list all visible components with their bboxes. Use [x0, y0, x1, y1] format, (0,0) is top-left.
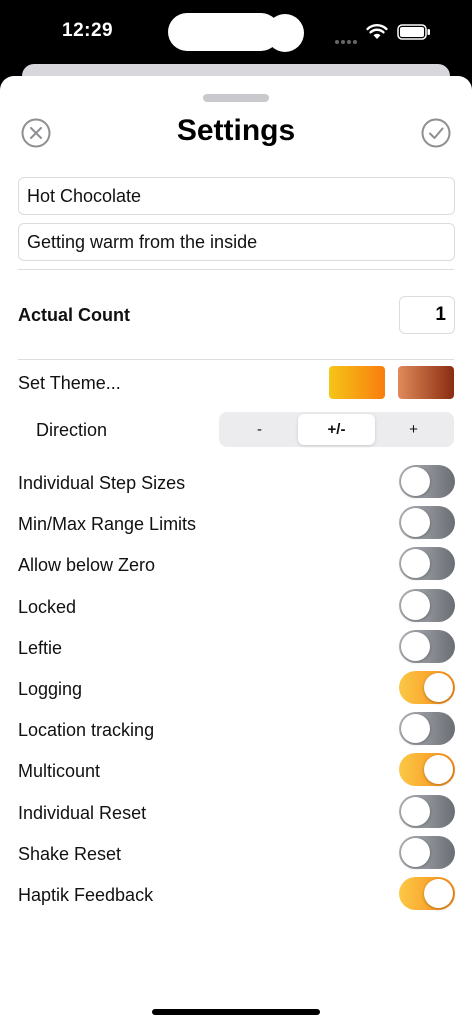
- toggle-knob: [424, 879, 453, 908]
- toggle-knob: [401, 549, 430, 579]
- toggle-label-multicount: Multicount: [18, 761, 101, 782]
- toggle-shake-reset[interactable]: [399, 835, 455, 869]
- direction-segmented-control: - +/- +: [219, 412, 454, 447]
- device-screen: 12:29 Settings Hot Chocolate Getting war…: [0, 0, 472, 1024]
- toggle-leftie[interactable]: [399, 629, 455, 663]
- set-theme-label: Set Theme...: [18, 373, 121, 393]
- cellular-signal-icon: [335, 31, 359, 44]
- checkmark-circle-icon[interactable]: [421, 118, 451, 148]
- wifi-icon: [366, 24, 388, 39]
- toggle-label-shake-reset: Shake Reset: [18, 843, 122, 864]
- toggle-label-individual-step-sizes: Individual Step Sizes: [18, 473, 186, 493]
- toggle-label-locked: Locked: [18, 596, 77, 617]
- toggle-label-allow-below-zero: Allow below Zero: [18, 555, 156, 576]
- actual-count-label: Actual Count: [18, 305, 130, 325]
- actual-count-field[interactable]: 1: [399, 296, 455, 334]
- toggle-multicount[interactable]: [399, 753, 455, 787]
- toggle-haptik-feedback[interactable]: [399, 877, 455, 910]
- toggle-knob: [401, 796, 430, 826]
- divider: [18, 269, 454, 270]
- divider: [18, 359, 454, 360]
- direction-label: Direction: [36, 420, 108, 440]
- status-bar: 12:29: [0, 0, 472, 64]
- toggle-label-logging: Logging: [18, 679, 83, 699]
- home-indicator[interactable]: [152, 1009, 320, 1015]
- toggle-min-max-range-limits[interactable]: [399, 506, 455, 540]
- toggle-knob: [401, 631, 430, 661]
- toggle-knob: [401, 508, 430, 538]
- toggle-allow-below-zero[interactable]: [399, 547, 455, 581]
- toggle-individual-step-sizes[interactable]: [399, 465, 455, 498]
- toggle-locked[interactable]: [399, 588, 455, 622]
- toggle-knob: [401, 837, 430, 867]
- dynamic-island: [168, 13, 280, 51]
- direction-option-minus[interactable]: -: [221, 414, 298, 445]
- name-field[interactable]: Hot Chocolate: [18, 177, 455, 215]
- toggle-knob: [401, 467, 430, 496]
- toggle-knob: [401, 714, 430, 744]
- description-field[interactable]: Getting warm from the inside: [18, 223, 455, 261]
- theme-secondary-swatch[interactable]: [398, 366, 454, 399]
- toggle-location-tracking[interactable]: [399, 712, 455, 746]
- toggle-label-min-max-range-limits: Min/Max Range Limits: [18, 514, 197, 535]
- direction-option-both[interactable]: +/-: [298, 414, 375, 445]
- theme-primary-swatch[interactable]: [329, 366, 385, 399]
- status-time: 12:29: [62, 20, 114, 41]
- toggle-label-leftie: Leftie: [18, 637, 63, 658]
- toggle-knob: [424, 755, 453, 785]
- toggle-individual-reset[interactable]: [399, 794, 455, 828]
- battery-icon: [397, 24, 430, 40]
- sheet-grabber[interactable]: [203, 94, 269, 102]
- toggle-knob: [424, 673, 453, 702]
- page-title: Settings: [176, 114, 296, 147]
- toggle-logging[interactable]: [399, 671, 455, 704]
- toggle-label-haptik-feedback: Haptik Feedback: [18, 885, 154, 905]
- camera-cutout: [266, 14, 304, 52]
- direction-option-plus[interactable]: +: [375, 414, 452, 445]
- toggle-label-individual-reset: Individual Reset: [18, 802, 147, 823]
- toggle-knob: [401, 590, 430, 620]
- toggle-label-location-tracking: Location tracking: [18, 720, 155, 741]
- settings-sheet: Settings Hot Chocolate Getting warm from…: [0, 76, 472, 1024]
